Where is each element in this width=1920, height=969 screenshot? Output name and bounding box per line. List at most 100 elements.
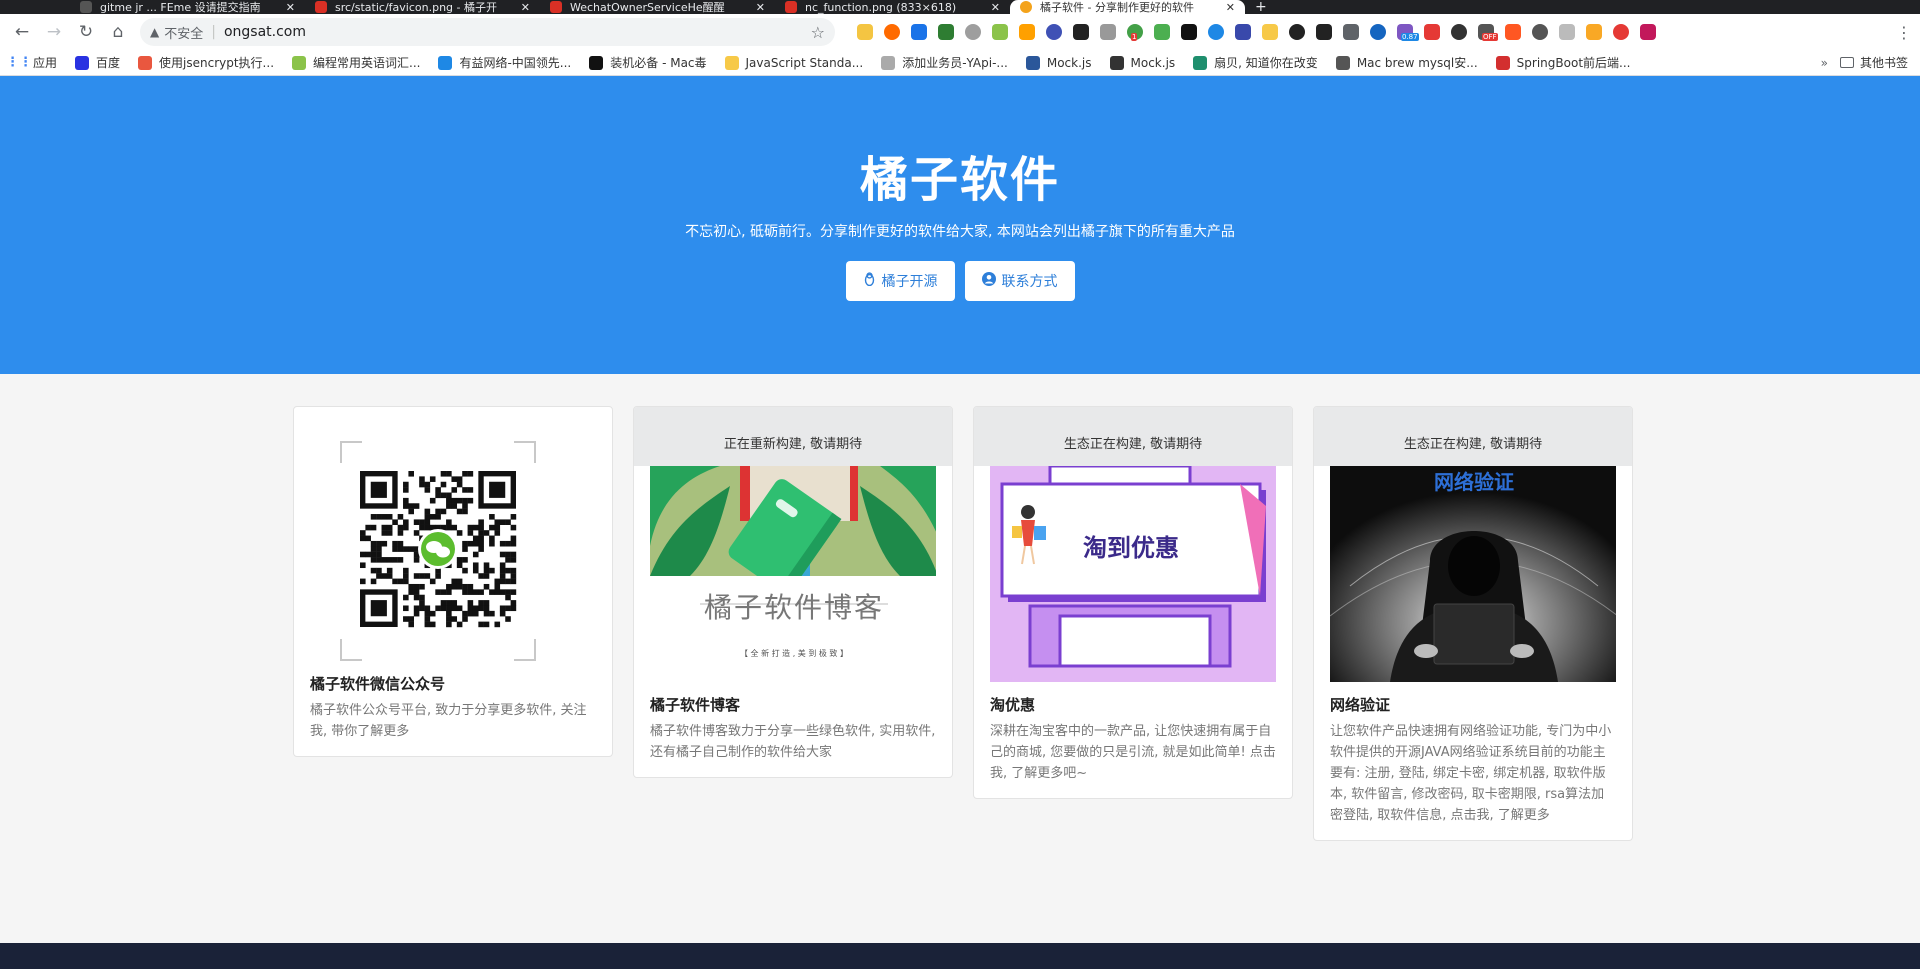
extension-icon[interactable]	[1019, 24, 1035, 40]
bookmark-item[interactable]: 装机必备 - Mac毒	[589, 54, 707, 71]
tab-close-icon[interactable]: ✕	[991, 1, 1000, 14]
standard-icon	[724, 55, 739, 70]
extension-icon[interactable]	[938, 24, 954, 40]
extension-icon[interactable]: 1	[1127, 24, 1143, 41]
extension-icon[interactable]	[1262, 24, 1278, 40]
extension-icon[interactable]	[1370, 24, 1386, 40]
extension-icon[interactable]	[1208, 24, 1224, 40]
github-icon	[1109, 55, 1124, 70]
bookmark-item[interactable]: 编程常用英语词汇...	[292, 54, 420, 71]
product-card-taobao[interactable]: 生态正在构建, 敬请期待 淘到优惠 淘优惠 深耕在淘宝客中的一款产品, 让您快速…	[973, 406, 1293, 799]
bookmark-item[interactable]: Mock.js	[1025, 55, 1092, 70]
qr-frame	[340, 441, 536, 661]
apps-grid-icon: ⋮⋮	[6, 55, 32, 70]
extension-icon[interactable]	[1343, 24, 1359, 40]
tab-close-icon[interactable]: ✕	[521, 1, 530, 14]
address-divider: |	[211, 24, 216, 40]
network-auth-cover-title: 网络验证	[1434, 470, 1514, 494]
tab-close-icon[interactable]: ✕	[756, 1, 765, 14]
extension-icon[interactable]	[1316, 24, 1332, 40]
card-title: 橘子软件博客	[650, 696, 741, 714]
bookmark-item[interactable]: 百度	[75, 54, 120, 71]
browser-tab-active[interactable]: 橘子软件 - 分享制作更好的软件 ✕	[1010, 0, 1245, 14]
extension-badge: 0.87	[1401, 33, 1419, 41]
new-tab-button[interactable]: +	[1245, 0, 1277, 14]
tab-title: src/static/favicon.png - 橘子开	[335, 1, 497, 14]
card-status-banner: 生态正在构建, 敬请期待	[974, 407, 1292, 466]
bookmark-item[interactable]: 使用jsencrypt执行...	[138, 54, 274, 71]
bookmark-item[interactable]: 扇贝, 知道你在改变	[1193, 54, 1318, 71]
extension-icon[interactable]	[1046, 24, 1062, 40]
reload-icon[interactable]: ↻	[72, 18, 100, 46]
security-label: 不安全	[164, 26, 204, 42]
extension-icon[interactable]: OFF	[1478, 24, 1498, 41]
blog-cover-subtitle: 【 全 新 打 造 , 美 到 极 致 】	[740, 649, 848, 658]
product-card-network-auth[interactable]: 生态正在构建, 敬请期待 网络验证 网络验证 让您软件产品快速拥有网络验证功能,…	[1313, 406, 1633, 841]
extension-icon[interactable]	[911, 24, 927, 40]
browser-tab[interactable]: src/static/favicon.png - 橘子开 ✕	[305, 0, 540, 14]
browser-tab-strip: gitme jr ... FEme 设请提交指南 ✕ src/static/fav…	[0, 0, 1920, 14]
extension-icon[interactable]	[992, 24, 1008, 40]
extension-icon[interactable]	[884, 24, 900, 40]
back-arrow-icon[interactable]: ←	[8, 18, 36, 46]
forward-arrow-icon[interactable]: →	[40, 18, 68, 46]
extension-icon[interactable]	[1181, 24, 1197, 40]
bookmark-item[interactable]: SpringBoot前后端...	[1495, 54, 1630, 71]
extensions-area: 1 0.87 OFF	[857, 24, 1892, 41]
extension-icon[interactable]	[1154, 24, 1170, 40]
bookmark-item[interactable]: JavaScript Standa...	[724, 55, 863, 70]
extension-icon[interactable]	[857, 24, 873, 40]
tab-title: gitme jr ... FEme 设请提交指南	[100, 1, 261, 14]
extension-icon[interactable]	[1559, 24, 1575, 40]
browser-toolbar: ← → ↻ ⌂ ▲ 不安全 | ongsat.com ☆ 1 0.87 OFF ⋮	[0, 14, 1920, 50]
extension-icon[interactable]	[1235, 24, 1251, 40]
extension-icon[interactable]	[1532, 24, 1548, 40]
browser-tab[interactable]: WechatOwnerServiceHe醒醒 ✕	[540, 0, 775, 14]
globe-icon	[438, 55, 453, 70]
circle-icon	[292, 55, 307, 70]
bookmark-item[interactable]: ⋮⋮ 应用	[6, 54, 58, 71]
extension-icon[interactable]	[1289, 24, 1305, 40]
contact-button[interactable]: 联系方式	[964, 260, 1075, 301]
other-bookmarks-folder[interactable]: 其他书签	[1839, 54, 1908, 71]
warning-icon: ▲	[150, 25, 160, 39]
other-bookmarks-label: 其他书签	[1859, 56, 1908, 70]
bookmark-label: 扇贝, 知道你在改变	[1214, 56, 1318, 70]
browser-tab[interactable]: nc_function.png (833×618) ✕	[775, 0, 1010, 14]
bookmark-label: 应用	[33, 56, 58, 70]
browser-menu-icon[interactable]: ⋮	[1896, 23, 1912, 42]
tab-close-icon[interactable]: ✕	[286, 1, 295, 14]
bookmark-item[interactable]: 添加业务员-YApi-...	[881, 54, 1008, 71]
url-text[interactable]: ongsat.com	[224, 24, 811, 40]
card-title: 橘子软件微信公众号	[310, 675, 446, 693]
shanbay-icon	[1193, 55, 1208, 70]
extension-icon[interactable]	[1073, 24, 1089, 40]
home-icon[interactable]: ⌂	[104, 18, 132, 46]
wechat-qr-code	[310, 441, 596, 661]
extension-icon[interactable]	[1613, 24, 1629, 40]
extension-icon[interactable]	[1640, 24, 1656, 40]
extension-icon[interactable]: 0.87	[1397, 24, 1419, 41]
extension-icon[interactable]	[1451, 24, 1467, 40]
hero-buttons: 橘子开源 联系方式	[0, 260, 1920, 301]
open-source-button[interactable]: 橘子开源	[845, 260, 955, 301]
bookmark-item[interactable]: Mock.js	[1109, 55, 1175, 70]
extension-icon[interactable]	[965, 24, 981, 40]
bookmark-item[interactable]: Mac brew mysql安...	[1335, 54, 1478, 71]
browser-tab[interactable]: gitme jr ... FEme 设请提交指南 ✕	[70, 0, 305, 14]
jianshu-icon	[138, 55, 153, 70]
extension-icon[interactable]	[1586, 24, 1602, 40]
bookmarks-more-icon[interactable]: »	[1821, 56, 1828, 70]
bookmark-item[interactable]: 有益网络-中国领先...	[438, 54, 571, 71]
taobao-cover-title: 淘到优惠	[1083, 534, 1179, 562]
extension-icon[interactable]	[1100, 24, 1116, 40]
blog-cover-title: 橘子软件博客	[703, 591, 884, 624]
bookmark-star-icon[interactable]: ☆	[811, 23, 825, 42]
extension-icon[interactable]	[1505, 24, 1521, 40]
extension-icon[interactable]	[1424, 24, 1440, 40]
tab-close-icon[interactable]: ✕	[1226, 1, 1235, 14]
bookmark-label: Mac brew mysql安...	[1356, 56, 1478, 70]
address-bar[interactable]: ▲ 不安全 | ongsat.com ☆	[140, 18, 835, 46]
product-card-blog[interactable]: 正在重新构建, 敬请期待 橘子软件博客 【 全 新 打 造 , 美 到 极 致 …	[633, 406, 953, 778]
product-card-wechat[interactable]: 橘子软件微信公众号 橘子软件公众号平台, 致力于分享更多软件, 关注我, 带你了…	[293, 406, 613, 757]
